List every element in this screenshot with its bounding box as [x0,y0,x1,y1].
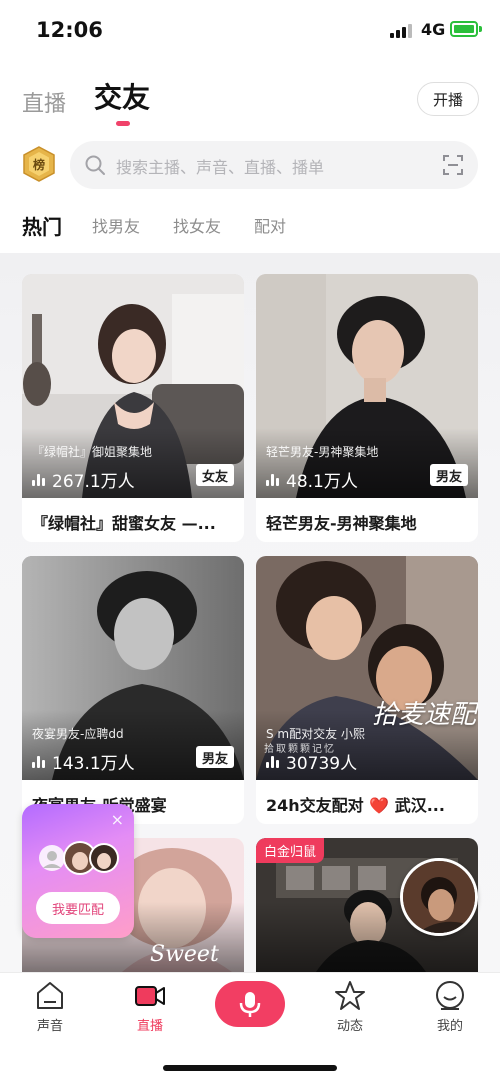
subtab-hot[interactable]: 热门 [22,211,62,240]
room-title: 轻芒男友-男神聚集地 [266,514,417,533]
viewers-bars-icon [266,473,280,486]
match-button[interactable]: 我要匹配 [36,892,120,924]
nav-live-label: 直播 [136,1019,163,1034]
room-card[interactable]: 『绿帽社』御姐聚集地 267.1万人 女友 『绿帽社』甜蜜女友 —... [22,274,244,542]
subtab-match[interactable]: 配对 [254,213,286,237]
ranking-badge-label: 榜 [33,157,45,172]
profile-icon [436,981,464,1010]
search-icon [85,155,105,175]
status-bar: 12:06 4G [0,0,500,60]
cover-overlay-title: 拾麦速配 [372,700,477,730]
nav-feed[interactable]: 动态 [320,979,380,1034]
room-subtitle: S m配对交友 小熙 [266,727,365,741]
viewers-bars-icon [32,755,46,768]
room-subtitle: 『绿帽社』御姐聚集地 [32,445,153,459]
bottom-nav: 声音 直播 动态 我的 [0,972,500,1082]
scan-icon[interactable] [442,154,464,176]
room-card[interactable]: 夜宴男友-应聘dd 143.1万人 男友 夜宴男友-听觉盛宴 [22,556,244,824]
room-title: 24h交友配对 ❤️ 武汉... [266,796,445,815]
room-viewers: 267.1万人 [32,467,135,492]
room-tag: 男友 [429,464,468,486]
room-viewers-count: 48.1万人 [286,472,358,492]
cover-overlay-title: Sweet [150,942,219,967]
search-input[interactable]: 搜索主播、声音、直播、播单 [70,141,478,189]
viewers-bars-icon [266,755,280,768]
room-viewers-count: 143.1万人 [52,754,135,774]
nav-feed-label: 动态 [336,1019,363,1034]
room-subtitle: 夜宴男友-应聘dd [32,727,124,741]
nav-sound-label: 声音 [36,1019,63,1034]
room-viewers-count: 30739人 [286,754,358,774]
nav-me-label: 我的 [436,1019,463,1034]
room-card[interactable]: 轻芒男友-男神聚集地 48.1万人 男友 轻芒男友-男神聚集地 [256,274,478,542]
nav-live[interactable]: 直播 [120,979,180,1034]
room-corner-tag: 白金归鼠 [256,838,325,863]
tab-live[interactable]: 直播 [22,86,66,118]
subtab-find-boyfriend[interactable]: 找男友 [92,213,140,237]
room-viewers-count: 267.1万人 [52,472,135,492]
tab-indicator [116,121,130,126]
room-title: 『绿帽社』甜蜜女友 —... [32,514,216,533]
nav-sound[interactable]: 声音 [20,979,80,1034]
tab-friends[interactable]: 交友 [94,76,150,116]
home-icon [37,982,63,1009]
nav-me[interactable]: 我的 [420,979,480,1034]
star-icon [335,981,365,1010]
match-avatars-icon [39,841,119,875]
subtab-find-girlfriend[interactable]: 找女友 [173,213,221,237]
viewers-bars-icon [32,473,46,486]
room-subtitle: 轻芒男友-男神聚集地 [266,445,379,459]
home-indicator [163,1065,337,1071]
room-viewers: 30739人 [266,749,357,774]
floating-live-pip[interactable] [400,858,478,936]
start-live-button[interactable]: 开播 [417,82,479,116]
mic-record-button[interactable] [215,981,285,1027]
search-placeholder: 搜索主播、声音、直播、播单 [116,158,325,177]
battery-icon [450,21,478,37]
room-viewers: 48.1万人 [266,467,358,492]
room-viewers: 143.1万人 [32,749,135,774]
close-icon[interactable]: × [111,810,124,829]
match-widget[interactable]: × 我要匹配 [22,804,134,938]
battery-tip [479,26,482,32]
room-card[interactable]: 拾麦速配 拾取颗颗记忆 S m配对交友 小熙 30739人 24h交友配对 ❤️… [256,556,478,824]
ranking-badge-icon[interactable]: 榜 [22,146,56,182]
video-camera-icon [135,986,165,1006]
microphone-icon [239,992,261,1017]
status-time: 12:06 [36,18,103,42]
room-tag: 女友 [195,464,234,486]
network-label: 4G [421,20,446,39]
signal-icon [390,22,414,38]
room-tag: 男友 [195,746,234,768]
